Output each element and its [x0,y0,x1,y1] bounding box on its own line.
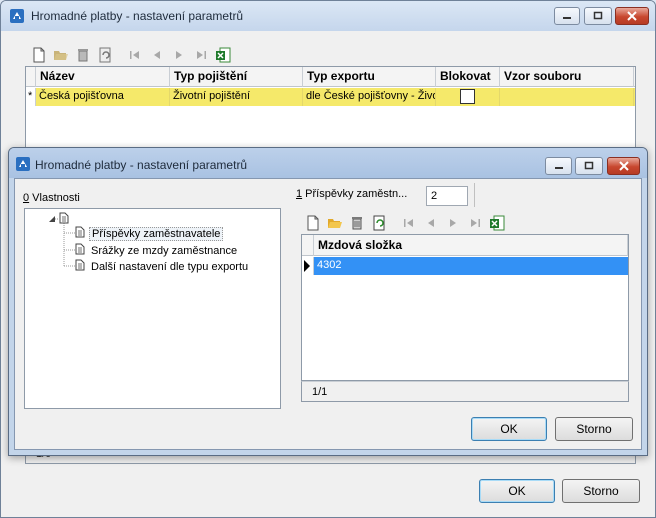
table-row[interactable]: 4302 [302,257,628,275]
dialog-maximize-button[interactable] [575,157,603,175]
row-indicator-header [302,235,314,256]
main-toolbar [25,44,233,66]
last-record-icon[interactable] [465,214,485,232]
column-header-vzor-souboru[interactable]: Vzor souboru [500,67,634,87]
first-record-icon[interactable] [125,46,145,64]
cell-blokovat[interactable] [436,88,500,106]
open-folder-icon[interactable] [325,214,345,232]
maximize-button[interactable] [584,7,612,25]
tab-separator [474,183,475,207]
delete-icon[interactable] [347,214,367,232]
previous-record-icon[interactable] [147,46,167,64]
cell-vzor-souboru[interactable] [500,88,634,106]
main-grid-header: Název Typ pojištění Typ exportu Blokovat… [26,67,635,87]
dialog-minimize-button[interactable] [545,157,572,175]
column-header-mzdova-slozka[interactable]: Mzdová složka [314,235,628,256]
tree-item-label: Další nastavení dle typu exportu [91,260,249,273]
row-indicator-header [26,67,36,87]
tree-item[interactable]: Srážky ze mzdy zaměstnance [75,243,239,258]
new-record-icon[interactable] [29,46,49,64]
tab-label: Příspěvky zaměstn... [302,188,408,200]
minimize-icon [546,158,571,174]
delete-icon[interactable] [73,46,93,64]
dialog-cancel-button[interactable]: Storno [555,417,633,441]
refresh-icon[interactable] [95,46,115,64]
maximize-icon [585,8,611,24]
detail-grid-header: Mzdová složka [302,235,628,256]
dialog-close-button[interactable] [607,157,640,175]
properties-label: Vlastnosti [29,192,80,204]
cell-typ-exportu[interactable]: dle České pojišťovny - Živo [303,88,436,106]
cell-typ-pojisteni[interactable]: Životní pojištění [170,88,303,106]
tab-count-field: 2 [426,186,468,206]
tree-item-label: Srážky ze mzdy zaměstnance [91,244,238,257]
properties-header: 0 Vlastnosti [23,192,80,204]
document-icon [75,259,89,274]
open-folder-icon[interactable] [51,46,71,64]
blokovat-checkbox[interactable] [460,89,475,104]
minimize-icon [555,8,579,24]
tree-collapse-icon[interactable] [48,214,56,226]
next-record-icon[interactable] [169,46,189,64]
dialog-app-icon [15,156,31,172]
close-icon [608,158,639,174]
new-record-icon[interactable] [303,214,323,232]
last-record-icon[interactable] [191,46,211,64]
close-button[interactable] [615,7,649,25]
cell-nazev[interactable]: Česká pojišťovna [36,88,170,106]
new-row-marker: * [26,88,36,106]
cell-mzdova-slozka[interactable]: 4302 [313,257,628,275]
dialog-ok-button[interactable]: OK [471,417,547,441]
first-record-icon[interactable] [399,214,419,232]
mzdova-slozka-grid: Mzdová složka 4302 [301,234,629,381]
table-row[interactable]: * Česká pojišťovna Životní pojištění dle… [26,88,635,106]
column-header-typ-pojisteni[interactable]: Typ pojištění [170,67,303,87]
main-window-title: Hromadné platby - nastavení parametrů [31,9,244,23]
maximize-icon [576,158,602,174]
tree-item-label: Příspěvky zaměstnavatele [89,226,224,241]
tree-item[interactable]: Další nastavení dle typu exportu [75,259,250,274]
next-record-icon[interactable] [443,214,463,232]
properties-tree: Příspěvky zaměstnavatele Srážky ze mzdy … [24,208,281,409]
main-cancel-button[interactable]: Storno [562,479,640,503]
current-row-indicator [302,257,314,275]
dialog-titlebar[interactable]: Hromadné platby - nastavení parametrů [9,148,647,178]
detail-grid-footer: 1/1 [301,381,629,402]
detail-record-counter: 1/1 [312,386,328,398]
dialog-client-area: 0 Vlastnosti Příspěvky zaměstnavatele Sr… [14,178,642,450]
column-header-typ-exportu[interactable]: Typ exportu [303,67,436,87]
document-icon [75,243,89,258]
column-header-nazev[interactable]: Název [36,67,170,87]
column-header-blokovat[interactable]: Blokovat [436,67,500,87]
close-icon [616,8,648,24]
minimize-button[interactable] [554,7,580,25]
document-icon [75,226,89,241]
excel-export-icon[interactable] [487,214,507,232]
tree-root-document-icon[interactable] [59,212,69,227]
main-window-titlebar[interactable]: Hromadné platby - nastavení parametrů [1,1,655,31]
excel-export-icon[interactable] [213,46,233,64]
tab-count-value: 2 [431,190,438,202]
tree-item[interactable]: Příspěvky zaměstnavatele [75,226,224,241]
refresh-icon[interactable] [369,214,389,232]
detail-toolbar [299,212,507,234]
app-icon [9,8,25,24]
main-ok-button[interactable]: OK [479,479,555,503]
main-grid: Název Typ pojištění Typ exportu Blokovat… [25,66,636,151]
tab-prispevky[interactable]: 1 Příspěvky zaměstn... [296,188,407,200]
previous-record-icon[interactable] [421,214,441,232]
dialog-window: Hromadné platby - nastavení parametrů 0 … [8,147,648,456]
dialog-title: Hromadné platby - nastavení parametrů [35,158,248,172]
